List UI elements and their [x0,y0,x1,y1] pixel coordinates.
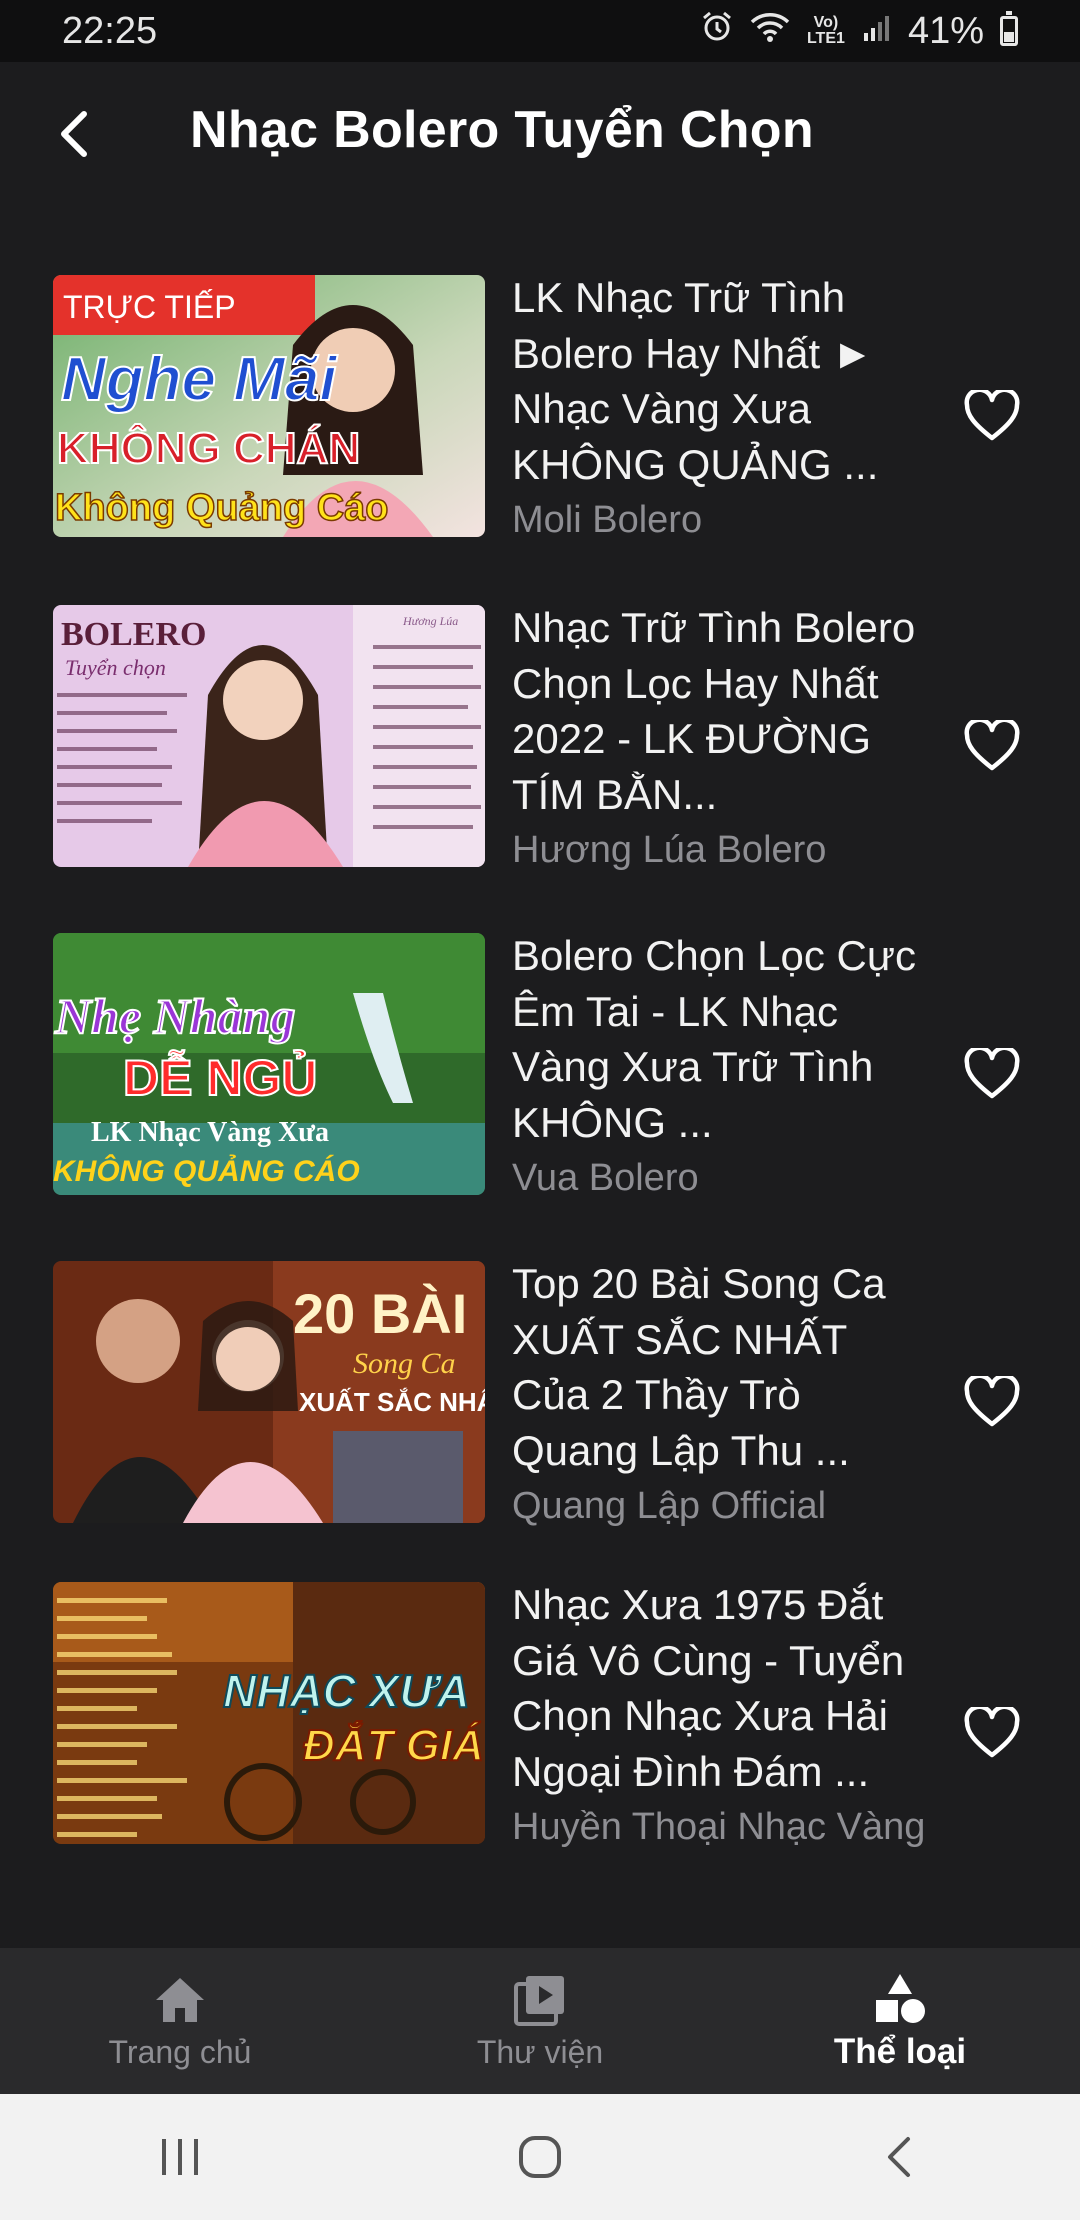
status-icons: Vo) LTE1 41% [700,9,1018,53]
heart-icon [964,717,1020,771]
thumb-text: KHÔNG QUẢNG CÁO [53,1154,360,1188]
thumb-text: ĐẮT GIÁ [303,1720,484,1770]
playlist-item[interactable]: Nhẹ Nhàng DỄ NGỦ LK Nhạc Vàng Xưa KHÔNG … [0,928,1080,1228]
channel-name: Moli Bolero [512,499,703,541]
thumbnail[interactable]: 20 BÀI Song Ca XUẤT SẮC NHẤT [53,1261,485,1523]
library-icon [514,1976,564,2026]
song-title: Bolero Chọn Lọc Cực Êm Tai - LK Nhạc Vàn… [512,932,916,1146]
status-time: 22:25 [62,9,158,52]
favorite-button[interactable] [964,387,1020,442]
tab-label: Thể loại [833,2032,967,2071]
favorite-button[interactable] [964,1373,1020,1428]
favorite-button[interactable] [964,1045,1020,1100]
tab-label: Trang chủ [108,2034,252,2070]
thumbnail[interactable]: TRỰC TIẾP Nghe Mãi KHÔNG CHÁN Không Quản… [53,275,485,537]
live-badge: TRỰC TIẾP [63,289,236,325]
page-title: Nhạc Bolero Tuyển Chọn [190,101,814,159]
thumbnail[interactable]: BOLERO Tuyển chọn Hương Lúa [53,605,485,867]
wifi-icon [750,10,790,53]
favorite-button[interactable] [964,1704,1020,1759]
playlist-item[interactable]: 20 BÀI Song Ca XUẤT SẮC NHẤT Top 20 Bài … [0,1256,1080,1556]
song-title: LK Nhạc Trữ Tình Bolero Hay Nhất ► Nhạc … [512,274,879,488]
back-button[interactable] [48,106,104,162]
song-title: Nhạc Xưa 1975 Đắt Giá Vô Cùng - Tuyển Ch… [512,1581,905,1795]
battery-percent: 41% [907,9,984,52]
heart-icon [964,1704,1020,1758]
back-chevron-icon [888,2137,910,2177]
thumb-text: Nhẹ Nhàng [54,988,295,1044]
playlist-item[interactable]: NHẠC XƯA ĐẮT GIÁ Nhạc Xưa 1975 Đắt Giá V… [0,1577,1080,1877]
home-icon [156,1978,204,2022]
thumbnail[interactable]: Nhẹ Nhàng DỄ NGỦ LK Nhạc Vàng Xưa KHÔNG … [53,933,485,1195]
thumbnail[interactable]: NHẠC XƯA ĐẮT GIÁ [53,1582,485,1844]
heart-icon [964,387,1020,441]
home-button[interactable] [500,2117,580,2197]
recents-icon [162,2139,198,2175]
tab-genres[interactable]: Thể loại [720,1948,1080,2094]
channel-name: Quang Lập Official [512,1485,827,1527]
battery-icon [1000,11,1018,46]
heart-icon [964,1045,1020,1099]
status-bar: 22:25 Vo) LTE1 41% [0,0,1080,62]
channel-name: Huyền Thoại Nhạc Vàng [512,1806,926,1848]
network-label: Vo) LTE1 [806,14,845,47]
item-text: Top 20 Bài Song Ca XUẤT SẮC NHẤT Của 2 T… [512,1256,932,1530]
thumb-text: KHÔNG CHÁN [57,422,360,473]
system-back-button[interactable] [860,2117,940,2197]
channel-name: Vua Bolero [512,1157,699,1199]
genre-icon [876,1974,925,2023]
channel-name: Hương Lúa Bolero [512,829,827,871]
favorite-button[interactable] [964,717,1020,772]
bottom-navigation: Trang chủ Thư viện Thể loại [0,1948,1080,2094]
item-text: Nhạc Trữ Tình Bolero Chọn Lọc Hay Nhất 2… [512,600,932,874]
app-header: Nhạc Bolero Tuyển Chọn [0,62,1080,212]
thumb-text: LK Nhạc Vàng Xưa [91,1117,329,1148]
item-text: LK Nhạc Trữ Tình Bolero Hay Nhất ► Nhạc … [512,270,932,544]
thumb-text: Song Ca [353,1347,456,1380]
item-text: Bolero Chọn Lọc Cực Êm Tai - LK Nhạc Vàn… [512,928,932,1202]
playlist-item[interactable]: TRỰC TIẾP Nghe Mãi KHÔNG CHÁN Không Quản… [0,270,1080,570]
alarm-icon [700,9,734,53]
thumb-text: DỄ NGỦ [123,1049,317,1106]
tab-library[interactable]: Thư viện [360,1948,720,2094]
heart-icon [964,1373,1020,1427]
song-title: Top 20 Bài Song Ca XUẤT SẮC NHẤT Của 2 T… [512,1260,886,1474]
system-navigation-bar [0,2094,1080,2220]
thumb-text: Tuyển chọn [65,655,166,680]
item-text: Nhạc Xưa 1975 Đắt Giá Vô Cùng - Tuyển Ch… [512,1577,932,1851]
song-title: Nhạc Trữ Tình Bolero Chọn Lọc Hay Nhất 2… [512,604,916,818]
thumb-text: Nghe Mãi [61,345,338,414]
thumb-text: 20 BÀI [293,1282,467,1345]
home-circle-icon [519,2136,561,2178]
playlist-item[interactable]: BOLERO Tuyển chọn Hương Lúa Nhạc Trữ Tìn… [0,600,1080,900]
thumb-text: Không Quảng Cáo [55,487,389,529]
recents-button[interactable] [140,2117,220,2197]
tab-label: Thư viện [476,2034,604,2070]
thumb-text: BOLERO [61,616,206,653]
back-arrow-icon [61,111,87,157]
thumb-text: NHẠC XƯA [223,1665,470,1717]
tab-home[interactable]: Trang chủ [0,1948,360,2094]
thumb-text: XUẤT SẮC NHẤT [299,1387,485,1417]
signal-icon [862,10,892,53]
thumb-text: Hương Lúa [402,614,458,628]
